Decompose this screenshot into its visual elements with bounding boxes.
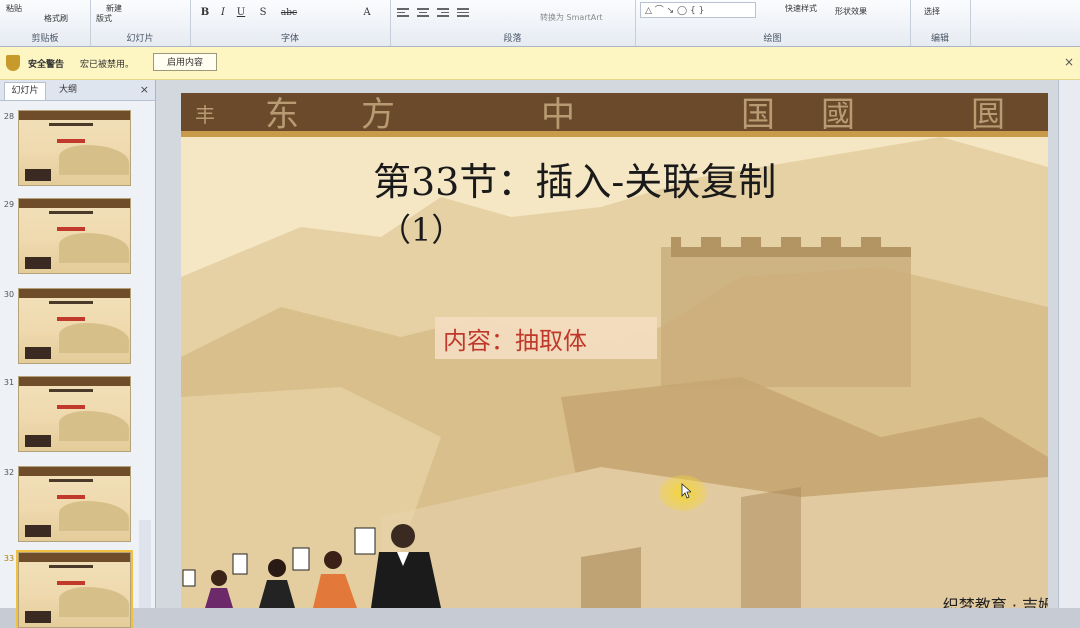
slide-thumbnail[interactable] — [18, 110, 131, 186]
paragraph-group-label: 段落 — [503, 34, 522, 44]
strikethrough-button[interactable]: abc — [278, 6, 300, 20]
mouse-pointer-icon — [681, 483, 691, 499]
people-holding-signs-image — [182, 524, 441, 608]
panel-scrollbar[interactable] — [139, 520, 151, 608]
layout-button[interactable]: 版式 — [96, 13, 112, 24]
banner-glyph: 方 — [361, 95, 395, 135]
slide-number: 30 — [3, 290, 15, 299]
slide-title[interactable]: 第33节：插入-关联复制 — [373, 151, 776, 206]
security-warning-bar: 安全警告 宏已被禁用。 启用内容 × — [0, 47, 1080, 80]
slide-number: 33 — [3, 554, 15, 563]
banner-glyph: 囻 — [971, 95, 1005, 135]
slides-group-label: 幻灯片 — [126, 34, 154, 44]
slide-number: 29 — [3, 200, 15, 209]
slide-thumbnail[interactable] — [18, 466, 131, 542]
slide-thumbnail[interactable] — [18, 198, 131, 274]
slide-number: 31 — [3, 378, 15, 387]
slides-panel: 幻灯片 大纲 × 28 29 30 31 32 33 — [0, 80, 156, 628]
banner-glyph: 丰 — [195, 103, 215, 127]
bold-button[interactable]: B — [198, 6, 212, 20]
font-color-button[interactable]: A — [360, 6, 374, 20]
slide-footer-text: 织梦教育 · 吉姆 — [942, 596, 1048, 608]
shadow-button[interactable]: S — [256, 6, 270, 20]
panel-tabs: 幻灯片 大纲 × — [0, 80, 155, 101]
shapes-gallery[interactable]: △ ⌒ ↘ ◯ { } — [640, 2, 756, 18]
slide-canvas[interactable]: 丰 东 方 中 国 國 囻 第33节：插入-关联复制 （1） 内容：抽取体 织梦… — [181, 93, 1048, 608]
underline-button[interactable]: U — [234, 6, 248, 20]
drawing-group: △ ⌒ ↘ ◯ { } 快速样式 形状效果 绘图 — [635, 0, 911, 46]
format-painter-button[interactable]: 格式刷 — [44, 13, 68, 24]
editing-group-label: 编辑 — [930, 34, 949, 44]
paste-button[interactable]: 粘贴 — [6, 3, 22, 14]
ribbon: 粘贴 格式刷 剪贴板 新建 版式 幻灯片 B I U S abc A 字体 转换… — [0, 0, 1080, 47]
font-group-label: 字体 — [280, 34, 299, 44]
justify-icon[interactable] — [456, 6, 470, 18]
slide-number: 32 — [3, 468, 15, 477]
clipboard-group: 粘贴 格式刷 剪贴板 — [0, 0, 91, 46]
slide-thumbnail[interactable] — [18, 288, 131, 364]
paragraph-group: 转换为 SmartArt 段落 — [390, 0, 636, 46]
align-center-icon[interactable] — [416, 6, 430, 18]
slide-number: 28 — [3, 112, 15, 121]
slide-content-text[interactable]: 内容：抽取体 — [443, 321, 587, 356]
panel-close-icon[interactable]: × — [140, 83, 149, 96]
convert-smartart-button[interactable]: 转换为 SmartArt — [540, 12, 603, 23]
close-icon[interactable]: × — [1064, 55, 1074, 69]
slides-group: 新建 版式 幻灯片 — [90, 0, 191, 46]
slide-banner: 丰 东 方 中 国 國 囻 — [181, 93, 1048, 137]
quick-styles-button[interactable]: 快速样式 — [785, 3, 817, 14]
clipboard-group-label: 剪贴板 — [31, 34, 59, 44]
align-right-icon[interactable] — [436, 6, 450, 18]
slide-thumbnail-selected[interactable] — [16, 550, 133, 628]
slide-subtitle[interactable]: （1） — [379, 205, 463, 251]
banner-glyph: 中 — [541, 95, 575, 135]
vertical-scrollbar[interactable] — [1058, 80, 1080, 608]
drawing-group-label: 绘图 — [763, 34, 782, 44]
shield-icon — [6, 55, 20, 71]
tab-slides[interactable]: 幻灯片 — [4, 82, 46, 100]
banner-glyph: 國 — [821, 95, 855, 135]
banner-glyph: 东 — [265, 95, 299, 135]
security-warning-title: 安全警告 — [28, 60, 65, 70]
security-warning-message: 宏已被禁用。 — [80, 60, 135, 70]
enable-content-button[interactable]: 启用内容 — [153, 53, 217, 71]
editing-group: 选择 编辑 — [910, 0, 971, 46]
select-button[interactable]: 选择 — [924, 6, 940, 17]
tab-outline[interactable]: 大纲 — [48, 82, 88, 99]
italic-button[interactable]: I — [216, 6, 230, 20]
slide-thumbnail[interactable] — [18, 376, 131, 452]
font-group: B I U S abc A 字体 — [190, 0, 391, 46]
banner-glyph: 国 — [741, 95, 775, 135]
align-left-icon[interactable] — [396, 6, 410, 18]
shape-effects-button[interactable]: 形状效果 — [835, 6, 867, 17]
